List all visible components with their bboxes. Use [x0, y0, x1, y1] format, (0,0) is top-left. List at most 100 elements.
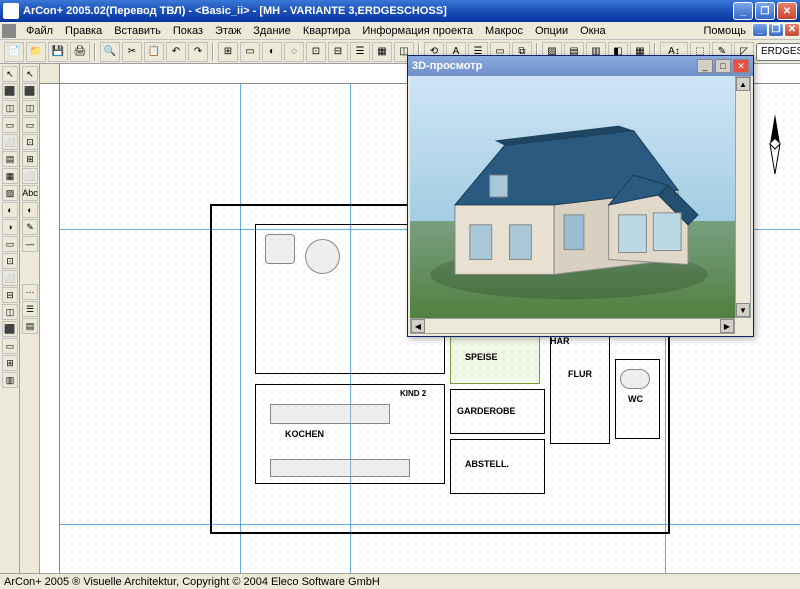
side2-tool-icon[interactable]: ▤ — [22, 318, 38, 334]
toolbar-sep — [212, 43, 214, 61]
window-controls: _ ❐ ✕ — [733, 2, 797, 20]
menu-file[interactable]: Файл — [20, 23, 59, 39]
tool-rect-icon[interactable]: ▭ — [240, 42, 260, 62]
tool-grid-icon[interactable]: ⊞ — [218, 42, 238, 62]
preview-3d-viewport[interactable] — [410, 76, 735, 318]
room-label-kind2: KIND 2 — [400, 389, 426, 398]
side-tool-icon[interactable]: ⊞ — [2, 355, 18, 371]
menu-view[interactable]: Показ — [167, 23, 209, 39]
menu-macro[interactable]: Макрос — [479, 23, 529, 39]
close-button[interactable]: ✕ — [777, 2, 797, 20]
tool-icon[interactable]: ◌ — [284, 42, 304, 62]
tool-paste-icon[interactable]: 📋 — [144, 42, 164, 62]
minimize-button[interactable]: _ — [733, 2, 753, 20]
scroll-down-icon[interactable]: ▼ — [736, 303, 750, 317]
scroll-left-icon[interactable]: ◀ — [411, 319, 425, 333]
preview-maximize-button[interactable]: □ — [715, 59, 731, 73]
side-tool-icon[interactable]: ⊡ — [2, 253, 18, 269]
app-icon — [3, 3, 19, 19]
preview-minimize-button[interactable]: _ — [697, 59, 713, 73]
side-tool-icon[interactable]: ▭ — [2, 236, 18, 252]
side-tool-icon[interactable]: ▨ — [2, 185, 18, 201]
side-tool-icon[interactable]: ⬛ — [2, 321, 18, 337]
side2-tool-icon[interactable]: ☰ — [22, 301, 38, 317]
tool-zoom-icon[interactable]: 🔍 — [100, 42, 120, 62]
menu-building[interactable]: Здание — [247, 23, 297, 39]
room-label-abstell: ABSTELL. — [465, 459, 509, 469]
side-door-icon[interactable]: ◫ — [2, 100, 18, 116]
side-tool-icon[interactable]: ⊟ — [2, 287, 18, 303]
tool-icon[interactable]: ⊟ — [328, 42, 348, 62]
side-tool-icon[interactable]: ⬜ — [2, 134, 18, 150]
room-label-wc: WC — [628, 394, 643, 404]
left-toolbar-2: ↖ ⬛ ◫ ▭ ⊡ ⊞ ⬜ Abc ◐ ✎ — ⋯ ☰ ▤ — [20, 64, 40, 573]
room-label-har: HAR — [550, 336, 570, 346]
side2-tool-icon[interactable]: ▭ — [22, 117, 38, 133]
side2-tool-icon[interactable]: ⬜ — [22, 168, 38, 184]
floor-selector[interactable]: ERDGESCHOSS — [756, 43, 800, 61]
preview-titlebar[interactable]: 3D-просмотр _ □ ✕ — [408, 56, 753, 76]
tool-undo-icon[interactable]: ↶ — [166, 42, 186, 62]
tool-icon[interactable]: ◐ — [262, 42, 282, 62]
preview-close-button[interactable]: ✕ — [733, 59, 749, 73]
menu-edit[interactable]: Правка — [59, 23, 108, 39]
menu-windows[interactable]: Окна — [574, 23, 612, 39]
tool-save-icon[interactable]: 💾 — [48, 42, 68, 62]
side2-tool-icon[interactable]: ⋯ — [22, 284, 38, 300]
side-pointer-icon[interactable]: ↖ — [2, 66, 18, 82]
ruler-corner — [40, 64, 60, 84]
side-window-icon[interactable]: ▭ — [2, 117, 18, 133]
menu-options[interactable]: Опции — [529, 23, 574, 39]
mdi-restore[interactable]: ❐ — [768, 23, 784, 37]
side2-pen-icon[interactable]: ✎ — [22, 219, 38, 235]
side2-pointer-icon[interactable]: ↖ — [22, 66, 38, 82]
scroll-right-icon[interactable]: ▶ — [720, 319, 734, 333]
side-tool-icon[interactable]: ◑ — [2, 219, 18, 235]
side-tool-icon[interactable]: ▥ — [2, 372, 18, 388]
room-label-kochen: KOCHEN — [285, 429, 324, 439]
room-label-garderobe: GARDEROBE — [457, 406, 516, 416]
side2-tool-icon[interactable]: ⊡ — [22, 134, 38, 150]
window-title: ArCon+ 2005.02(Перевод ТВЛ) - <Basic_ii>… — [23, 5, 733, 17]
side-wall-icon[interactable]: ⬛ — [2, 83, 18, 99]
status-text: ArCon+ 2005 ® Visuelle Architektur, Copy… — [4, 576, 380, 588]
tool-new-icon[interactable]: 📄 — [4, 42, 24, 62]
tool-icon[interactable]: ⊡ — [306, 42, 326, 62]
mdi-close[interactable]: ✕ — [784, 23, 800, 37]
restore-button[interactable]: ❐ — [755, 2, 775, 20]
side-tool-icon[interactable]: ▤ — [2, 151, 18, 167]
preview-scrollbar-vertical[interactable]: ▲ ▼ — [735, 76, 751, 318]
menu-project-info[interactable]: Информация проекта — [356, 23, 479, 39]
side-tool-icon[interactable]: ▭ — [2, 338, 18, 354]
side-tool-icon[interactable]: ⬜ — [2, 270, 18, 286]
tool-print-icon[interactable]: 🖨 — [70, 42, 90, 62]
side-tool-icon[interactable]: ◫ — [2, 304, 18, 320]
tool-open-icon[interactable]: 📁 — [26, 42, 46, 62]
side-tool-icon[interactable]: ◐ — [2, 202, 18, 218]
side2-text-icon[interactable]: Abc — [22, 185, 38, 201]
tool-redo-icon[interactable]: ↷ — [188, 42, 208, 62]
preview-title: 3D-просмотр — [412, 60, 697, 72]
side-tool-icon[interactable]: ▦ — [2, 168, 18, 184]
side2-line-icon[interactable]: — — [22, 236, 38, 252]
left-toolbar-1: ↖ ⬛ ◫ ▭ ⬜ ▤ ▦ ▨ ◐ ◑ ▭ ⊡ ⬜ ⊟ ◫ ⬛ ▭ ⊞ ▥ — [0, 64, 20, 573]
tool-cut-icon[interactable]: ✂ — [122, 42, 142, 62]
side2-tool-icon[interactable]: ◫ — [22, 100, 38, 116]
side2-tool-icon[interactable]: ⊞ — [22, 151, 38, 167]
tool-icon[interactable]: ☰ — [350, 42, 370, 62]
statusbar: ArCon+ 2005 ® Visuelle Architektur, Copy… — [0, 573, 800, 589]
side2-tool-icon[interactable]: ⬛ — [22, 83, 38, 99]
side2-tool-icon[interactable]: ◐ — [22, 202, 38, 218]
menu-help[interactable]: Помощь — [698, 23, 753, 39]
mdi-minimize[interactable]: _ — [752, 23, 768, 37]
house-3d-render — [410, 76, 735, 318]
preview-scrollbar-horizontal[interactable]: ◀ ▶ — [410, 318, 735, 334]
scroll-up-icon[interactable]: ▲ — [736, 77, 750, 91]
menu-apartment[interactable]: Квартира — [297, 23, 357, 39]
menu-floor[interactable]: Этаж — [209, 23, 247, 39]
titlebar: ArCon+ 2005.02(Перевод ТВЛ) - <Basic_ii>… — [0, 0, 800, 22]
tool-icon[interactable]: ▦ — [372, 42, 392, 62]
preview-window[interactable]: 3D-просмотр _ □ ✕ — [407, 55, 754, 337]
ruler-vertical[interactable] — [40, 84, 60, 573]
menu-insert[interactable]: Вставить — [108, 23, 167, 39]
